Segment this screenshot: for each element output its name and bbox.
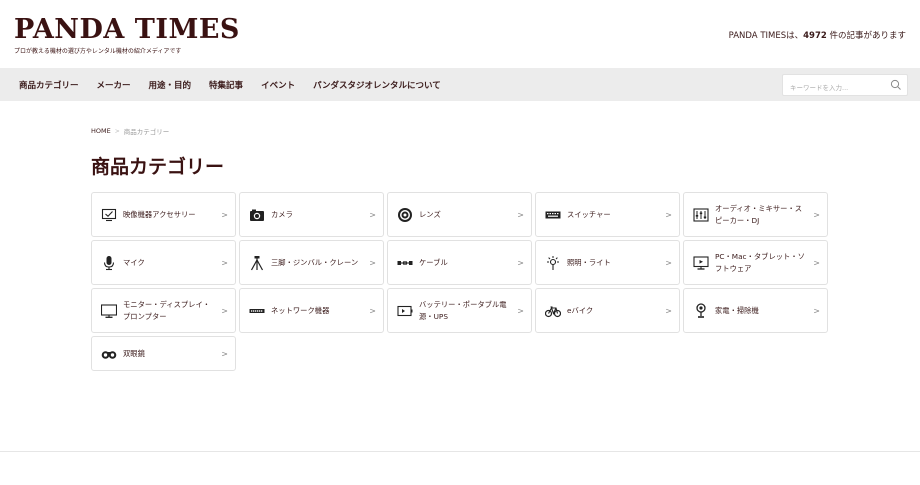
- footer-divider: [0, 451, 920, 452]
- binoculars-icon: [101, 346, 117, 362]
- nav-item-features[interactable]: 特集記事: [200, 79, 252, 91]
- chevron-right-icon: >: [665, 306, 672, 315]
- stats-count: 4972: [803, 31, 827, 41]
- category-label: ケーブル: [419, 257, 448, 267]
- category-grid: 映像機器アクセサリー > カメラ > レンズ > スイッチャー > オーディオ・…: [91, 192, 828, 371]
- category-label: バッテリー・ポータブル電源・UPS: [419, 299, 507, 321]
- category-card[interactable]: 双眼鏡 >: [91, 336, 236, 371]
- category-card[interactable]: ケーブル >: [387, 240, 532, 285]
- category-card[interactable]: 三脚・ジンバル・クレーン >: [239, 240, 384, 285]
- chevron-right-icon: >: [517, 306, 524, 315]
- microphone-icon: [101, 255, 117, 271]
- camera-icon: [249, 207, 265, 223]
- monitor-icon: [101, 303, 117, 319]
- category-label: 家電・掃除機: [715, 305, 759, 315]
- category-label: PC・Mac・タブレット・ソフトウェア: [715, 251, 805, 273]
- lens-icon: [397, 207, 413, 223]
- bicycle-icon: [545, 303, 561, 319]
- keyboard-icon: [545, 207, 561, 223]
- search-box: [782, 74, 908, 98]
- vacuum-icon: [693, 302, 709, 319]
- category-label: スイッチャー: [567, 209, 611, 219]
- category-card[interactable]: カメラ >: [239, 192, 384, 237]
- breadcrumb-separator: >: [114, 127, 120, 135]
- cable-icon: [397, 255, 413, 271]
- search-icon[interactable]: [890, 79, 902, 91]
- category-card[interactable]: バッテリー・ポータブル電源・UPS >: [387, 288, 532, 333]
- category-label: ネットワーク機器: [271, 305, 330, 315]
- mixer-icon: [693, 207, 709, 223]
- category-card[interactable]: スイッチャー >: [535, 192, 680, 237]
- category-label: 映像機器アクセサリー: [123, 209, 196, 219]
- stats-prefix: PANDA TIMESは、: [728, 31, 804, 41]
- chevron-right-icon: >: [221, 306, 228, 315]
- category-card[interactable]: レンズ >: [387, 192, 532, 237]
- nav-item-purpose[interactable]: 用途・目的: [140, 79, 201, 91]
- site-logo[interactable]: PANDA TIMES: [14, 14, 240, 45]
- chevron-right-icon: >: [665, 210, 672, 219]
- breadcrumb-current: 商品カテゴリー: [123, 128, 170, 136]
- chevron-right-icon: >: [665, 258, 672, 267]
- category-card[interactable]: 照明・ライト >: [535, 240, 680, 285]
- site-header: PANDA TIMES プロが教える機材の選び方やレンタル機材の紹介メディアです…: [0, 0, 920, 68]
- chevron-right-icon: >: [813, 306, 820, 315]
- network-switch-icon: [249, 303, 265, 319]
- category-label: マイク: [123, 257, 145, 267]
- nav-item-events[interactable]: イベント: [252, 79, 304, 91]
- category-card[interactable]: PC・Mac・タブレット・ソフトウェア >: [683, 240, 828, 285]
- checkbox-monitor-icon: [101, 207, 117, 223]
- category-label: モニター・ディスプレイ・プロンプター: [123, 299, 211, 321]
- chevron-right-icon: >: [221, 258, 228, 267]
- chevron-right-icon: >: [813, 258, 820, 267]
- tripod-icon: [249, 255, 265, 271]
- light-icon: [545, 255, 561, 271]
- breadcrumb-home[interactable]: HOME: [91, 127, 111, 135]
- breadcrumb: HOME > 商品カテゴリー: [91, 126, 169, 136]
- category-label: 照明・ライト: [567, 257, 611, 267]
- nav-item-makers[interactable]: メーカー: [88, 79, 140, 91]
- chevron-right-icon: >: [369, 306, 376, 315]
- battery-icon: [397, 303, 413, 319]
- chevron-right-icon: >: [369, 258, 376, 267]
- category-card[interactable]: ネットワーク機器 >: [239, 288, 384, 333]
- category-label: eバイク: [567, 305, 594, 315]
- chevron-right-icon: >: [369, 210, 376, 219]
- pc-icon: [693, 255, 709, 271]
- nav-item-about[interactable]: パンダスタジオレンタルについて: [304, 79, 450, 91]
- chevron-right-icon: >: [813, 210, 820, 219]
- category-card[interactable]: 家電・掃除機 >: [683, 288, 828, 333]
- chevron-right-icon: >: [221, 210, 228, 219]
- category-label: 双眼鏡: [123, 348, 145, 358]
- site-tagline: プロが教える機材の選び方やレンタル機材の紹介メディアです: [14, 48, 182, 55]
- category-card[interactable]: 映像機器アクセサリー >: [91, 192, 236, 237]
- article-count: PANDA TIMESは、4972 件の記事があります: [729, 29, 906, 41]
- category-card[interactable]: オーディオ・ミキサー・スピーカー・DJ >: [683, 192, 828, 237]
- category-card[interactable]: eバイク >: [535, 288, 680, 333]
- chevron-right-icon: >: [517, 258, 524, 267]
- chevron-right-icon: >: [221, 349, 228, 358]
- page-title: 商品カテゴリー: [91, 156, 225, 178]
- chevron-right-icon: >: [517, 210, 524, 219]
- category-label: 三脚・ジンバル・クレーン: [271, 257, 359, 267]
- search-input[interactable]: [783, 78, 883, 98]
- nav-item-categories[interactable]: 商品カテゴリー: [10, 79, 88, 91]
- category-card[interactable]: モニター・ディスプレイ・プロンプター >: [91, 288, 236, 333]
- category-card[interactable]: マイク >: [91, 240, 236, 285]
- category-label: レンズ: [419, 209, 441, 219]
- category-label: オーディオ・ミキサー・スピーカー・DJ: [715, 203, 803, 225]
- category-label: カメラ: [271, 209, 293, 219]
- stats-suffix: 件の記事があります: [826, 31, 906, 41]
